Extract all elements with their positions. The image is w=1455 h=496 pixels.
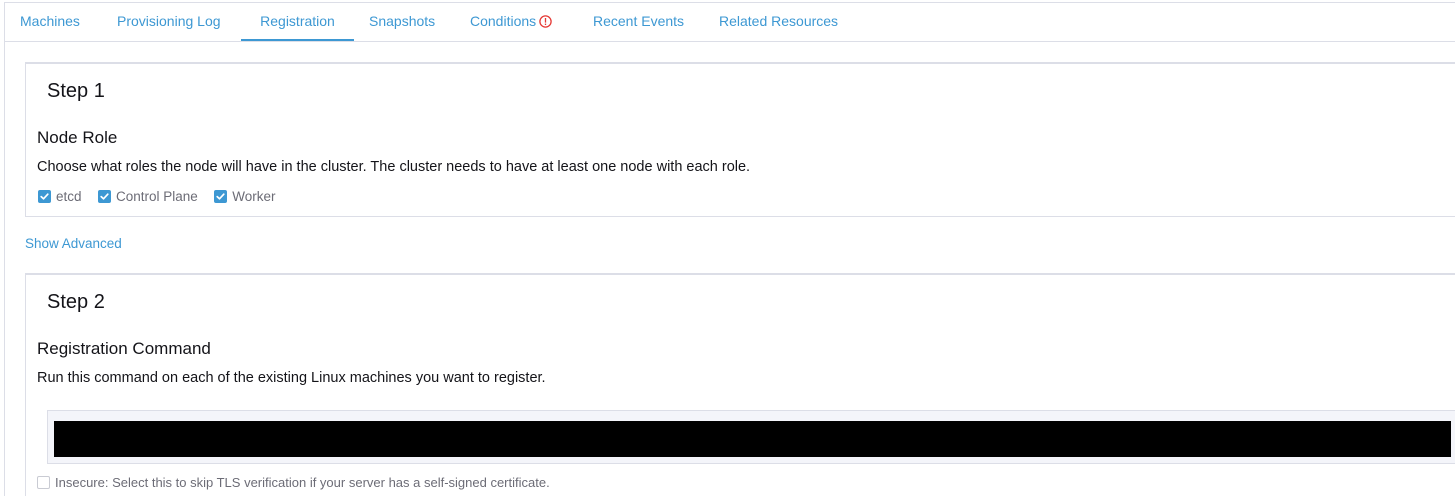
checkbox-checked-icon [97, 190, 111, 204]
insecure-label: Insecure: Select this to skip TLS verifi… [55, 475, 550, 490]
frame-left-border [4, 2, 5, 496]
tab-conditions-label: Conditions [470, 13, 537, 29]
warning-icon [539, 5, 552, 41]
show-advanced-link[interactable]: Show Advanced [25, 236, 122, 251]
worker-label: Worker [232, 189, 276, 205]
tab-provisioning-log[interactable]: Provisioning Log [117, 3, 221, 41]
step1-card: Step 1 Node Role Choose what roles the n… [25, 62, 1455, 217]
node-role-description: Choose what roles the node will have in … [37, 159, 751, 175]
control-plane-label: Control Plane [115, 189, 198, 205]
worker-checkbox[interactable]: Worker [214, 189, 276, 205]
etcd-checkbox[interactable]: etcd [38, 189, 82, 204]
tab-snapshots[interactable]: Snapshots [369, 3, 435, 41]
redacted-command [54, 421, 1451, 457]
control-plane-checkbox[interactable]: Control Plane [97, 189, 198, 205]
tab-registration[interactable]: Registration [241, 3, 354, 41]
role-checkboxes: etcd Control Plane Worker [38, 188, 288, 206]
tab-conditions[interactable]: Conditions [470, 3, 552, 41]
tab-related-resources[interactable]: Related Resources [719, 3, 838, 41]
checkbox-checked-icon [38, 190, 51, 204]
tab-recent-events[interactable]: Recent Events [593, 3, 684, 41]
registration-command-title: Registration Command [37, 339, 211, 358]
step2-card: Step 2 Registration Command Run this com… [25, 273, 1455, 496]
registration-command-box[interactable] [47, 410, 1455, 464]
cluster-detail-page: Machines Provisioning Log Registration S… [0, 0, 1455, 496]
tab-bar: Machines Provisioning Log Registration S… [5, 3, 1455, 42]
insecure-checkbox[interactable]: Insecure: Select this to skip TLS verifi… [37, 475, 550, 490]
node-role-title: Node Role [37, 128, 118, 147]
registration-command-description: Run this command on each of the existing… [37, 370, 546, 386]
etcd-label: etcd [56, 189, 82, 205]
step2-title: Step 2 [47, 291, 105, 313]
tab-machines[interactable]: Machines [20, 3, 80, 41]
checkbox-checked-icon [214, 190, 228, 204]
step1-title: Step 1 [47, 80, 105, 102]
checkbox-unchecked-icon [37, 476, 50, 489]
